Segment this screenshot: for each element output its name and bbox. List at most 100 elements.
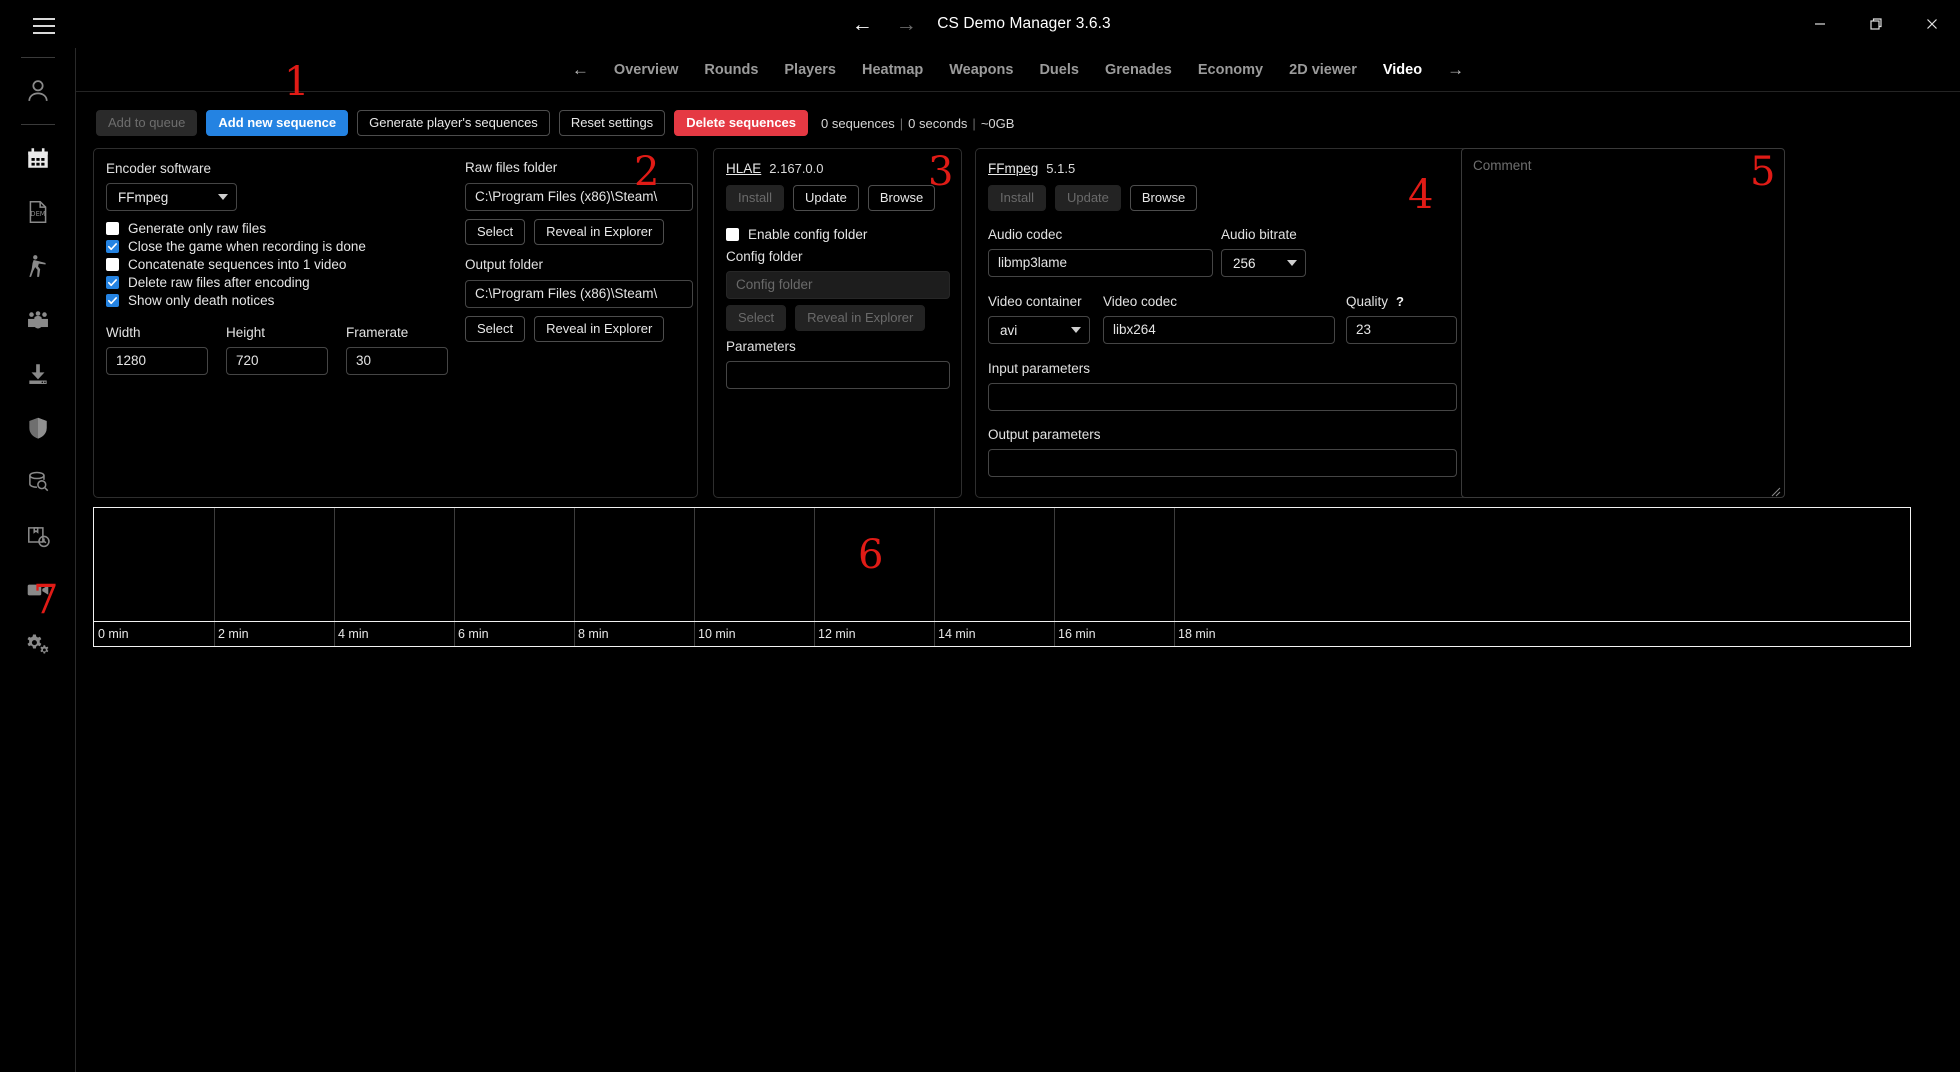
tab-weapons[interactable]: Weapons bbox=[936, 58, 1026, 82]
width-label: Width bbox=[106, 325, 141, 340]
minimize-button[interactable] bbox=[1792, 0, 1848, 48]
raw-files-select-button[interactable]: Select bbox=[465, 219, 526, 245]
hlae-install-button[interactable]: Install bbox=[726, 185, 784, 211]
sidebar-item-downloads[interactable] bbox=[14, 350, 62, 398]
output-parameters-input[interactable] bbox=[988, 449, 1457, 477]
back-arrow-icon[interactable]: ← bbox=[849, 11, 875, 37]
title-center-group: ← → CS Demo Manager 3.6.3 bbox=[0, 0, 1960, 48]
tab-players[interactable]: Players bbox=[771, 58, 849, 82]
timeline-label-1: 2 min bbox=[218, 627, 249, 641]
forward-arrow-icon[interactable]: → bbox=[893, 11, 919, 37]
config-folder-reveal-button[interactable]: Reveal in Explorer bbox=[795, 305, 926, 331]
input-parameters-label: Input parameters bbox=[988, 361, 1091, 376]
framerate-label: Framerate bbox=[346, 325, 409, 340]
close-button[interactable] bbox=[1904, 0, 1960, 48]
checkbox-row-enable-config-folder[interactable]: Enable config folder bbox=[726, 227, 867, 242]
ffmpeg-link[interactable]: FFmpeg bbox=[988, 161, 1038, 176]
input-parameters-input[interactable] bbox=[988, 383, 1457, 411]
sidebar-item-settings[interactable] bbox=[14, 620, 62, 668]
hlae-update-button[interactable]: Update bbox=[792, 185, 859, 211]
audio-codec-input[interactable]: libmp3lame bbox=[988, 249, 1213, 277]
generate-players-sequences-button[interactable]: Generate player's sequences bbox=[357, 110, 550, 136]
framerate-input[interactable]: 30 bbox=[346, 347, 448, 375]
sidebar-item-teams[interactable] bbox=[14, 296, 62, 344]
timeline-gridline bbox=[814, 508, 815, 621]
video-container-select[interactable]: avi bbox=[988, 316, 1090, 344]
tab-bar: ← Overview Rounds Players Heatmap Weapon… bbox=[76, 48, 1960, 92]
checkbox-generate-only-raw-files[interactable] bbox=[106, 222, 119, 235]
height-input[interactable]: 720 bbox=[226, 347, 328, 375]
sidebar-item-backup[interactable] bbox=[14, 512, 62, 560]
timeline-label-4: 8 min bbox=[578, 627, 609, 641]
title-bar: ← → CS Demo Manager 3.6.3 bbox=[0, 0, 1960, 48]
checkbox-row-delete-raw-files[interactable]: Delete raw files after encoding bbox=[106, 275, 366, 290]
delete-sequences-button[interactable]: Delete sequences bbox=[674, 110, 809, 136]
hlae-parameters-input[interactable] bbox=[726, 361, 950, 389]
output-folder-reveal-button[interactable]: Reveal in Explorer bbox=[534, 316, 665, 342]
comment-textarea[interactable]: Comment bbox=[1461, 148, 1785, 498]
config-folder-input[interactable]: Config folder bbox=[726, 271, 950, 299]
config-folder-select-button[interactable]: Select bbox=[726, 305, 787, 331]
config-folder-label: Config folder bbox=[726, 249, 803, 264]
timeline-track[interactable] bbox=[94, 508, 1910, 621]
tab-video[interactable]: Video bbox=[1370, 58, 1435, 82]
tab-duels[interactable]: Duels bbox=[1026, 58, 1092, 82]
tab-scroll-container: ← Overview Rounds Players Heatmap Weapon… bbox=[560, 58, 1476, 82]
raw-files-folder-input[interactable]: C:\Program Files (x86)\Steam\ bbox=[465, 183, 693, 211]
raw-files-reveal-button[interactable]: Reveal in Explorer bbox=[534, 219, 665, 245]
tab-economy[interactable]: Economy bbox=[1185, 58, 1276, 82]
sequence-timeline[interactable]: 0 min 2 min 4 min 6 min 8 min 10 min 12 … bbox=[93, 507, 1911, 647]
ffmpeg-browse-button[interactable]: Browse bbox=[1129, 185, 1198, 211]
sidebar-item-account[interactable] bbox=[14, 67, 62, 115]
tab-heatmap[interactable]: Heatmap bbox=[849, 58, 936, 82]
sidebar-divider-top bbox=[20, 57, 55, 58]
width-input[interactable]: 1280 bbox=[106, 347, 208, 375]
sidebar-item-video[interactable] bbox=[14, 566, 62, 614]
add-to-queue-button[interactable]: Add to queue bbox=[96, 110, 198, 136]
ffmpeg-update-button[interactable]: Update bbox=[1054, 185, 1121, 211]
tab-grenades[interactable]: Grenades bbox=[1092, 58, 1185, 82]
hlae-browse-button[interactable]: Browse bbox=[867, 185, 936, 211]
add-new-sequence-button[interactable]: Add new sequence bbox=[206, 110, 349, 136]
tab-2d-viewer[interactable]: 2D viewer bbox=[1276, 58, 1370, 82]
output-folder-select-button[interactable]: Select bbox=[465, 316, 526, 342]
reset-settings-button[interactable]: Reset settings bbox=[558, 110, 666, 136]
timeline-tick bbox=[814, 622, 815, 646]
checkbox-row-generate-only-raw-files[interactable]: Generate only raw files bbox=[106, 221, 366, 236]
tab-overview[interactable]: Overview bbox=[601, 58, 692, 82]
timeline-tick bbox=[1174, 622, 1175, 646]
output-folder-input[interactable]: C:\Program Files (x86)\Steam\ bbox=[465, 280, 693, 308]
ffmpeg-install-button[interactable]: Install bbox=[988, 185, 1046, 211]
hlae-link[interactable]: HLAE bbox=[726, 161, 761, 176]
sidebar-item-player[interactable] bbox=[14, 242, 62, 290]
maximize-button[interactable] bbox=[1848, 0, 1904, 48]
sidebar-item-database-search[interactable] bbox=[14, 458, 62, 506]
sidebar-item-matches[interactable] bbox=[14, 134, 62, 182]
sidebar-item-ban-shield[interactable] bbox=[14, 404, 62, 452]
checkbox-delete-raw-files[interactable] bbox=[106, 276, 119, 289]
checkbox-row-show-only-death-notices[interactable]: Show only death notices bbox=[106, 293, 366, 308]
tab-rounds[interactable]: Rounds bbox=[691, 58, 771, 82]
audio-bitrate-select[interactable]: 256 bbox=[1221, 249, 1306, 277]
encoder-software-select[interactable]: FFmpeg bbox=[106, 183, 237, 211]
quality-input[interactable]: 23 bbox=[1346, 316, 1457, 344]
sidebar-item-demos[interactable]: DEM bbox=[14, 188, 62, 236]
checkbox-enable-config-folder[interactable] bbox=[726, 228, 739, 241]
video-toolbar: Add to queue Add new sequence Generate p… bbox=[96, 110, 1014, 136]
checkbox-label-concatenate-sequences: Concatenate sequences into 1 video bbox=[128, 257, 347, 272]
tab-scroll-right-icon[interactable]: → bbox=[1435, 61, 1476, 78]
checkbox-label-show-only-death-notices: Show only death notices bbox=[128, 293, 275, 308]
resize-grip-icon[interactable] bbox=[1771, 484, 1781, 497]
checkbox-row-close-game-when-done[interactable]: Close the game when recording is done bbox=[106, 239, 366, 254]
tab-scroll-left-icon[interactable]: ← bbox=[560, 61, 601, 78]
quality-help-icon[interactable]: ? bbox=[1396, 294, 1404, 309]
checkbox-show-only-death-notices[interactable] bbox=[106, 294, 119, 307]
stat-size: ~0GB bbox=[980, 115, 1015, 131]
video-codec-input[interactable]: libx264 bbox=[1103, 316, 1335, 344]
checkbox-row-concatenate-sequences[interactable]: Concatenate sequences into 1 video bbox=[106, 257, 366, 272]
sequence-stats: 0 sequences | 0 seconds | ~0GB bbox=[821, 116, 1014, 131]
checkbox-concatenate-sequences[interactable] bbox=[106, 258, 119, 271]
hlae-panel: HLAE 2.167.0.0 Install Update Browse Ena… bbox=[713, 148, 962, 498]
checkbox-close-game-when-done[interactable] bbox=[106, 240, 119, 253]
folders-group: Raw files folder C:\Program Files (x86)\… bbox=[465, 160, 693, 342]
